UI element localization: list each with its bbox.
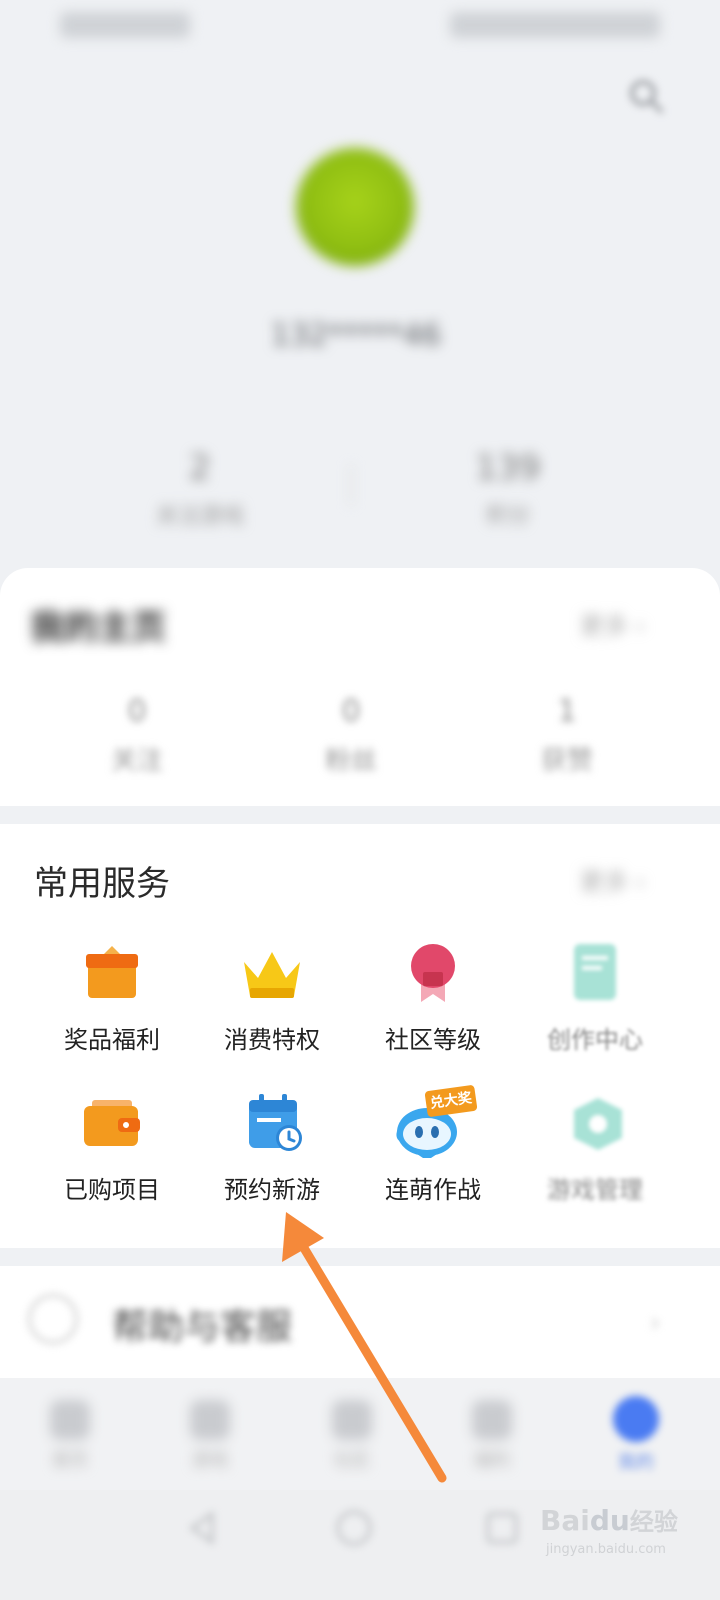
help-chevron-right-icon: ›: [650, 1308, 661, 1338]
asset-value-follow: 0: [127, 694, 147, 729]
stat-value-games: 2: [189, 448, 211, 488]
nav-item-mine[interactable]: 我的: [606, 1396, 666, 1474]
stat-value-points: 139: [475, 448, 541, 488]
game-icon: [568, 1094, 628, 1154]
my-home-title: 我的主页: [30, 608, 166, 648]
help-label: 帮助与客服: [112, 1307, 293, 1348]
service-label-game-manage: 游戏管理: [547, 1176, 643, 1204]
asset-value-likes: 1: [557, 694, 577, 729]
crown-icon: [240, 944, 304, 1004]
services-row-2: 已购项目 预约新游 兑大奖 连萌作战 游戏管理: [0, 1084, 720, 1230]
games-icon: [190, 1400, 230, 1440]
service-label-battle: 连萌作战: [385, 1176, 481, 1204]
service-label-rewards: 奖品福利: [64, 1026, 160, 1054]
document-icon: [570, 942, 630, 1002]
nav-item-welfare[interactable]: 福利: [462, 1400, 522, 1472]
services-title: 常用服务: [34, 864, 170, 904]
service-label-privileges: 消费特权: [224, 1026, 320, 1054]
nav-label-games: 游戏: [192, 1450, 228, 1471]
nav-label-home: 首页: [52, 1450, 88, 1471]
service-item-rewards[interactable]: 奖品福利: [27, 940, 197, 1080]
help-question-icon: [28, 1294, 78, 1344]
service-label-purchased: 已购项目: [64, 1176, 160, 1204]
watermark-suffix: 经验: [629, 1508, 678, 1536]
nav-label-welfare: 福利: [474, 1450, 510, 1471]
stat-divider: [350, 465, 352, 505]
mine-icon: [613, 1396, 659, 1442]
status-bar-left: [60, 12, 190, 38]
nav-item-home[interactable]: 首页: [40, 1400, 100, 1472]
welfare-icon: [472, 1400, 512, 1440]
baidu-jingyan-watermark: Baidu经验 jingyan.baidu.com: [540, 1490, 710, 1590]
medal-icon: [403, 942, 463, 1002]
back-triangle-icon[interactable]: [184, 1510, 220, 1546]
nav-item-games[interactable]: 游戏: [180, 1400, 240, 1472]
service-item-level[interactable]: 社区等级: [348, 940, 518, 1080]
service-item-purchased[interactable]: 已购项目: [27, 1090, 197, 1230]
service-label-level: 社区等级: [385, 1026, 481, 1054]
recents-square-icon[interactable]: [484, 1510, 520, 1546]
nav-item-community[interactable]: 社区: [322, 1400, 382, 1472]
help-card[interactable]: [0, 1266, 720, 1378]
stat-label-games: 关注游戏: [155, 504, 244, 529]
watermark-brand-paw: du: [589, 1504, 630, 1537]
nav-label-mine: 我的: [618, 1452, 654, 1473]
gift-icon: [82, 944, 142, 1004]
status-bar-right: [450, 12, 660, 38]
service-item-battle[interactable]: 兑大奖 连萌作战: [348, 1084, 518, 1230]
nav-label-community: 社区: [334, 1450, 370, 1471]
calendar-clock-icon: [245, 1092, 305, 1152]
service-label-reserve: 预约新游: [224, 1176, 320, 1204]
username: 132*****46: [270, 318, 442, 353]
asset-label-follow[interactable]: 关注: [72, 740, 202, 777]
service-item-reserve[interactable]: 预约新游: [187, 1090, 357, 1230]
asset-value-fans: 0: [341, 694, 361, 729]
service-item-game-manage[interactable]: 游戏管理: [510, 1090, 680, 1230]
services-more-link[interactable]: 更多 ›: [580, 862, 645, 897]
watermark-url: jingyan.baidu.com: [546, 1542, 666, 1557]
asset-label-likes[interactable]: 获赞: [502, 740, 632, 777]
search-icon[interactable]: [628, 78, 664, 114]
asset-label-fans[interactable]: 粉丝: [286, 740, 416, 777]
avatar[interactable]: [296, 148, 414, 266]
community-icon: [332, 1400, 372, 1440]
my-home-more-link[interactable]: 更多 ›: [580, 606, 645, 641]
stat-label-points: 积分: [485, 504, 530, 529]
wallet-icon: [82, 1094, 142, 1154]
service-item-privileges[interactable]: 消费特权: [187, 940, 357, 1080]
watermark-brand: Bai: [540, 1504, 590, 1537]
service-label-creator: 创作中心: [547, 1026, 643, 1054]
services-row-1: 奖品福利 消费特权 社区等级 创作中心: [0, 940, 720, 1080]
home-icon: [50, 1400, 90, 1440]
home-circle-icon[interactable]: [334, 1508, 374, 1548]
service-item-creator[interactable]: 创作中心: [510, 940, 680, 1080]
